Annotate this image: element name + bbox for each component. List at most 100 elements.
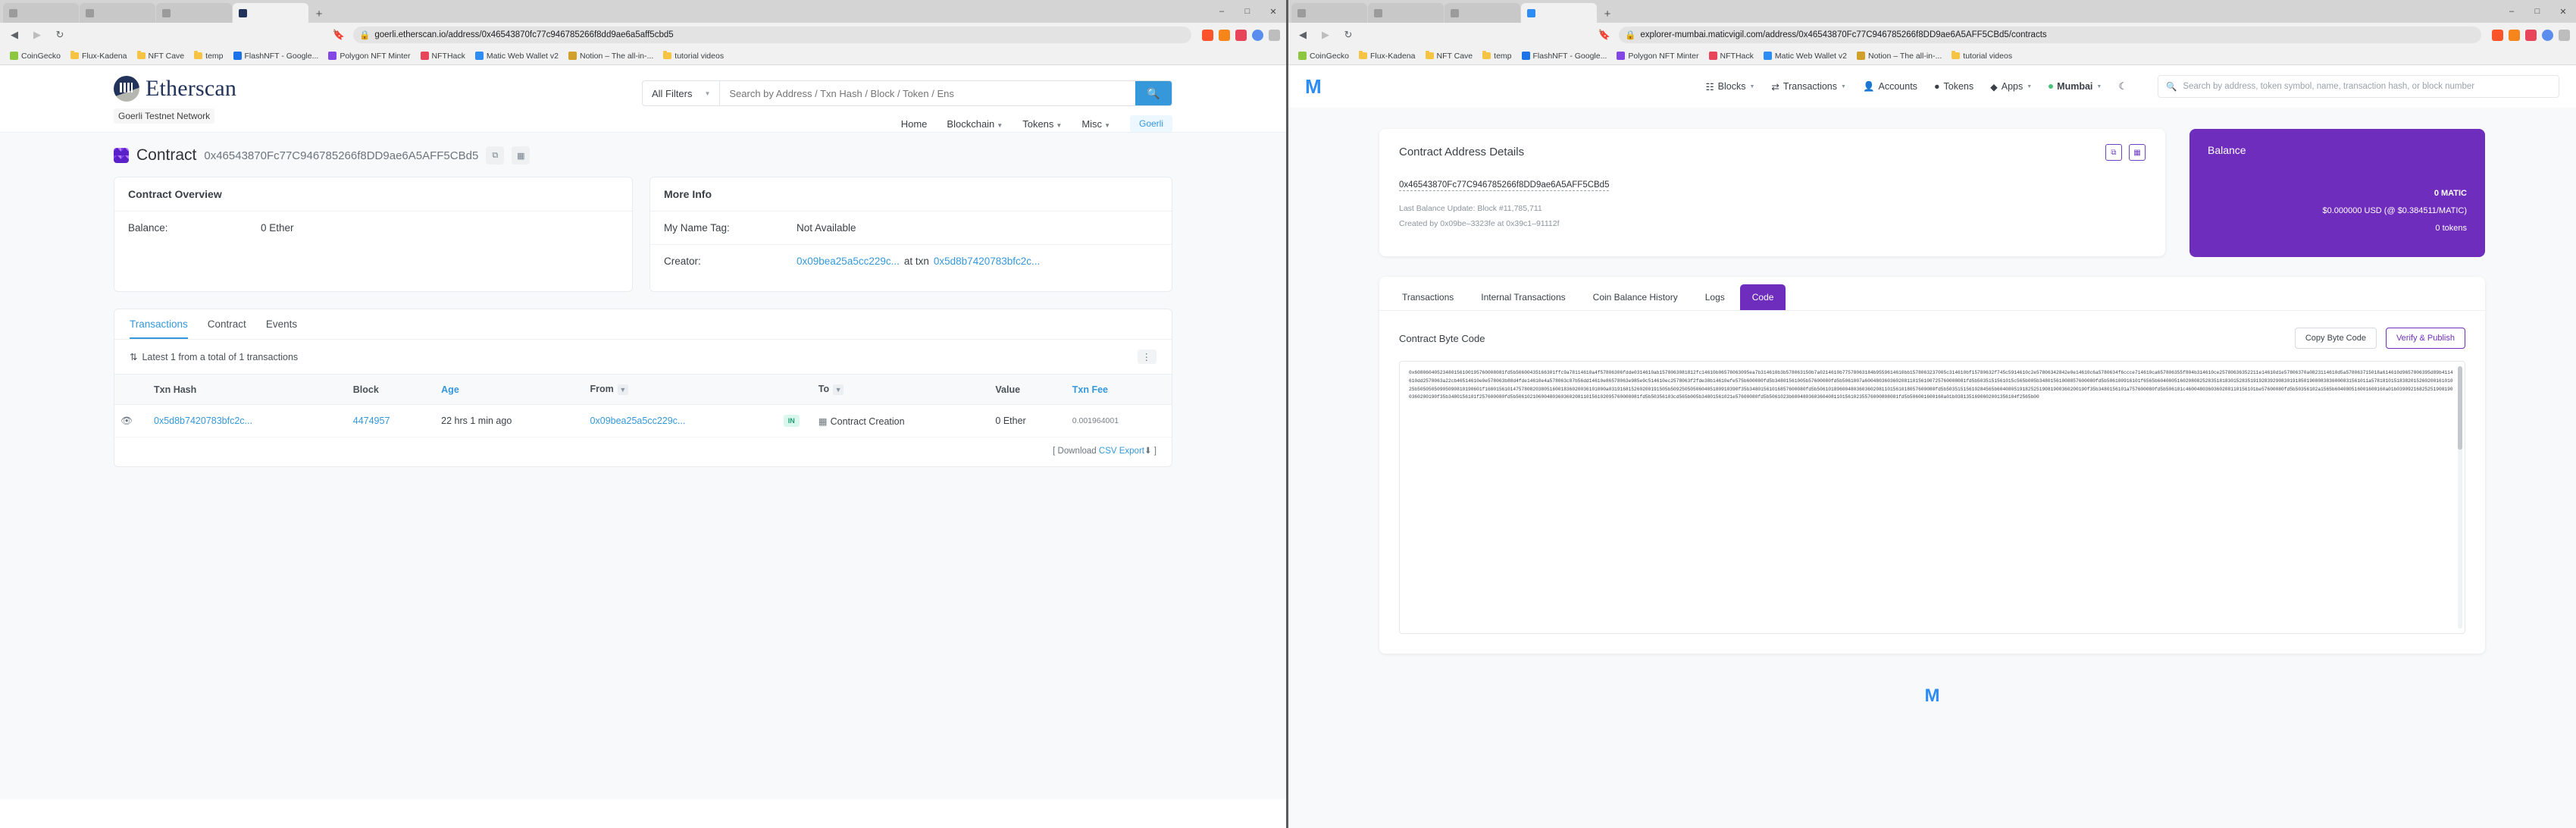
bookmark-item[interactable]: NFT Cave xyxy=(133,50,189,62)
address-bar[interactable]: 🔒 goerli.etherscan.io/address/0x46543870… xyxy=(353,27,1191,43)
bookmark-icon[interactable]: 🔖 xyxy=(330,27,347,43)
new-tab-button[interactable]: + xyxy=(309,5,329,23)
nav-item-apps[interactable]: ◆ Apps ▼ xyxy=(1990,81,2032,93)
tab-events[interactable]: Events xyxy=(266,318,297,339)
bytecode-viewer[interactable]: 0x60806040523480156100195760008081fd5b50… xyxy=(1399,361,2465,635)
bookmark-item[interactable]: temp xyxy=(190,50,227,62)
brave-shield-icon[interactable] xyxy=(1202,29,1213,41)
back-arrow-icon[interactable]: ◀ xyxy=(1294,27,1311,43)
copy-icon[interactable]: ⧉ xyxy=(2105,144,2122,161)
brave-shield-icon[interactable] xyxy=(2492,29,2503,41)
tab-transactions[interactable]: Transactions xyxy=(1390,284,1466,310)
nav-item-network[interactable]: Mumbai ▼ xyxy=(2049,81,2102,92)
nav-item-blockchain[interactable]: Blockchain ▼ xyxy=(947,118,1003,130)
etherscan-logo[interactable]: Etherscan xyxy=(114,76,236,102)
col-txn-fee[interactable]: Txn Fee xyxy=(1066,375,1172,405)
minimize-button[interactable]: – xyxy=(1209,7,1235,16)
reload-icon[interactable]: ↻ xyxy=(52,27,68,43)
bookmark-item[interactable]: Matic Web Wallet v2 xyxy=(471,50,562,62)
browser-tab[interactable] xyxy=(1368,3,1444,23)
nav-item-blocks[interactable]: ☷ Blocks ▼ xyxy=(1705,81,1754,93)
bookmark-item[interactable]: NFTHack xyxy=(1705,50,1758,62)
nav-item-tokens[interactable]: Tokens ▼ xyxy=(1022,118,1062,130)
browser-tab[interactable] xyxy=(3,3,79,23)
bookmark-item[interactable]: tutorial videos xyxy=(659,50,728,62)
tab-contract[interactable]: Contract xyxy=(208,318,246,339)
metamask-icon[interactable] xyxy=(2509,29,2520,41)
bookmark-item[interactable]: Polygon NFT Minter xyxy=(324,50,414,62)
row-txn-hash-link[interactable]: 0x5d8b7420783bfc2c... xyxy=(154,416,252,426)
search-icon[interactable]: 🔍 xyxy=(1135,81,1172,105)
bookmark-item[interactable]: CoinGecko xyxy=(6,50,64,62)
close-window-button[interactable]: ✕ xyxy=(1260,7,1286,17)
browser-tab-active[interactable] xyxy=(1521,3,1597,23)
polygonscan-search[interactable]: 🔍 Search by address, token symbol, name,… xyxy=(2158,75,2559,98)
bytecode-scrollbar-thumb[interactable] xyxy=(2458,366,2462,450)
tab-code[interactable]: Code xyxy=(1739,284,1786,311)
forward-arrow-icon[interactable]: ▶ xyxy=(29,27,45,43)
bookmark-item[interactable]: Polygon NFT Minter xyxy=(1613,50,1702,62)
browser-tab[interactable] xyxy=(1291,3,1367,23)
nav-item-tokens[interactable]: ● Tokens xyxy=(1934,81,1973,92)
row-from-link[interactable]: 0x09bea25a5cc229c... xyxy=(590,416,686,426)
tab-transactions[interactable]: Transactions xyxy=(130,318,188,339)
nav-item-transactions[interactable]: ⇄ Transactions ▼ xyxy=(1771,81,1846,93)
browser-menu-icon[interactable] xyxy=(1269,29,1280,41)
row-block-link[interactable]: 4474957 xyxy=(353,416,390,426)
creator-address-link[interactable]: 0x09bea25a5cc229c... xyxy=(797,256,900,267)
row-eye-icon[interactable]: 👁 xyxy=(114,404,148,438)
filter-icon[interactable]: ▼ xyxy=(617,384,628,395)
copy-byte-code-button[interactable]: Copy Byte Code xyxy=(2294,328,2377,350)
forward-arrow-icon[interactable]: ▶ xyxy=(1317,27,1334,43)
bookmark-item[interactable]: NFT Cave xyxy=(1422,50,1477,62)
copy-icon[interactable]: ⧉ xyxy=(486,146,505,165)
bookmark-item[interactable]: Notion – The all-in-... xyxy=(565,50,657,62)
bookmark-item[interactable]: Flux-Kadena xyxy=(1355,50,1419,62)
bookmark-item[interactable]: NFTHack xyxy=(417,50,469,62)
maximize-button[interactable]: □ xyxy=(2524,7,2550,16)
creator-txn-link[interactable]: 0x5d8b7420783bfc2c... xyxy=(934,256,1040,267)
filter-icon[interactable]: ▼ xyxy=(833,384,844,395)
bookmark-icon[interactable]: 🔖 xyxy=(1596,27,1613,43)
search-input[interactable] xyxy=(720,81,1135,105)
wallet-extension-icon[interactable] xyxy=(1235,29,1247,41)
tab-logs[interactable]: Logs xyxy=(1693,284,1737,310)
bookmark-item[interactable]: FlashNFT - Google... xyxy=(230,50,323,62)
wallet-extension-icon[interactable] xyxy=(2525,29,2537,41)
search-filter-dropdown[interactable]: All Filters ▼ xyxy=(643,81,721,105)
maximize-button[interactable]: □ xyxy=(1235,7,1260,16)
nav-item-misc[interactable]: Misc ▼ xyxy=(1081,118,1110,130)
contract-address-text[interactable]: 0x46543870Fc77C946785266f8DD9ae6A5AFF5CB… xyxy=(1399,180,1610,191)
minimize-button[interactable]: – xyxy=(2499,7,2524,16)
bookmark-item[interactable]: temp xyxy=(1479,50,1515,62)
browser-tab[interactable] xyxy=(156,3,232,23)
profile-avatar-icon[interactable] xyxy=(2542,29,2553,41)
kebab-menu-icon[interactable]: ⋮ xyxy=(1137,350,1157,364)
bookmark-item[interactable]: tutorial videos xyxy=(1948,50,2016,62)
reload-icon[interactable]: ↻ xyxy=(1340,27,1357,43)
profile-avatar-icon[interactable] xyxy=(1252,29,1263,41)
csv-export-link[interactable]: CSV Export xyxy=(1099,447,1144,456)
bookmark-item[interactable]: FlashNFT - Google... xyxy=(1518,50,1611,62)
bookmark-item[interactable]: Flux-Kadena xyxy=(67,50,131,62)
qr-code-icon[interactable]: ▦ xyxy=(512,146,531,165)
col-age[interactable]: Age xyxy=(435,375,584,405)
back-arrow-icon[interactable]: ◀ xyxy=(6,27,23,43)
network-selector[interactable]: Goerli xyxy=(1129,115,1172,132)
browser-tab[interactable] xyxy=(1445,3,1520,23)
new-tab-button[interactable]: + xyxy=(1598,5,1617,23)
close-window-button[interactable]: ✕ xyxy=(2550,7,2576,17)
bookmark-item[interactable]: Matic Web Wallet v2 xyxy=(1760,50,1851,62)
qr-code-icon[interactable]: ▦ xyxy=(2129,144,2146,161)
nav-item-home[interactable]: Home xyxy=(901,118,928,130)
browser-tab-active[interactable] xyxy=(233,3,308,23)
browser-menu-icon[interactable] xyxy=(2559,29,2570,41)
bookmark-item[interactable]: CoinGecko xyxy=(1294,50,1353,62)
tab-internal-transactions[interactable]: Internal Transactions xyxy=(1469,284,1577,310)
metamask-icon[interactable] xyxy=(1219,29,1230,41)
tab-coin-balance-history[interactable]: Coin Balance History xyxy=(1581,284,1690,310)
polygonscan-logo[interactable]: M xyxy=(1305,75,1322,99)
nav-item-accounts[interactable]: 👤 Accounts xyxy=(1863,81,1917,93)
moon-icon[interactable]: ☾ xyxy=(2118,80,2127,93)
browser-tab[interactable] xyxy=(80,3,155,23)
